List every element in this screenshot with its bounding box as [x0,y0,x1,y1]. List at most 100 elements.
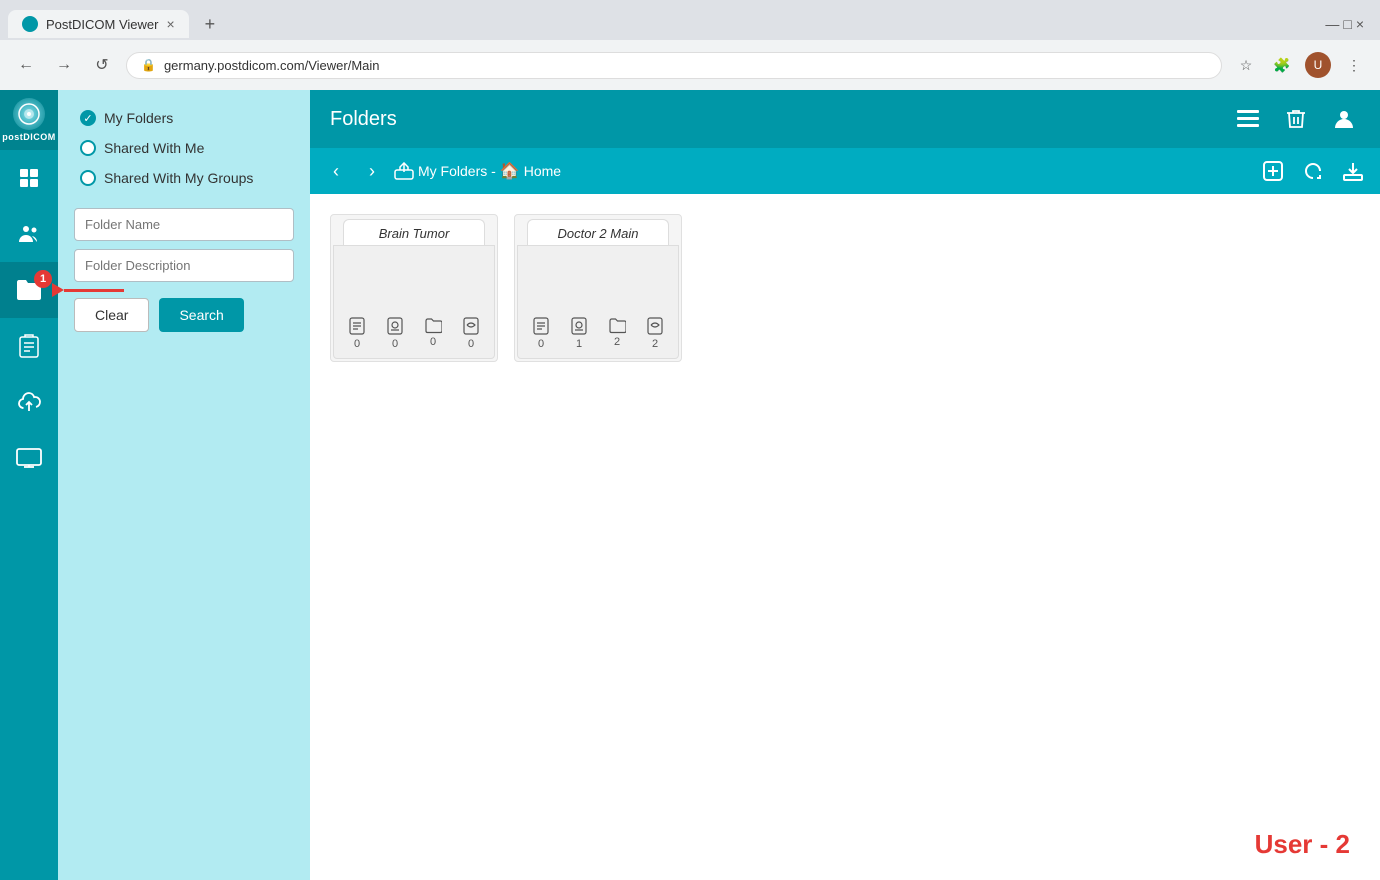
app-logo: postDICOM [0,90,58,150]
nav-reload-button[interactable]: ↺ [88,51,116,79]
stat2-icon-1 [570,316,588,336]
shared-with-groups-radio [80,170,96,186]
stat2-num-0: 0 [538,338,544,350]
stat-icon-2 [424,316,442,334]
folder2-stat-0: 0 [532,316,550,350]
new-tab-button[interactable]: + [197,14,224,35]
header-user-button[interactable] [1328,103,1360,135]
folder2-stat-1: 1 [570,316,588,350]
folder-stat-3: 0 [462,316,480,350]
stat2-icon-0 [532,316,550,336]
browser-tabs: PostDICOM Viewer × + — □ × [0,0,1380,40]
clipboard-icon [15,332,43,360]
folder-body-doctor-2-main: 0 1 [517,245,679,359]
breadcrumb-back-button[interactable]: ‹ [322,157,350,185]
sidebar-item-cloud[interactable] [0,374,58,430]
stat-num-0: 0 [354,338,360,350]
trash-icon [1286,108,1306,130]
nav-item-my-folders[interactable]: ✓ My Folders [74,106,294,130]
tab-close-button[interactable]: × [166,16,174,32]
window-expand[interactable]: □ [1343,16,1351,32]
my-folders-label: My Folders [104,110,173,126]
app-header-title: Folders [330,108,397,131]
header-actions [1232,103,1360,135]
search-buttons: Clear Search [74,298,294,332]
stat-num-1: 0 [392,338,398,350]
breadcrumb-upload-icon [394,162,414,180]
main-content: Folders [310,90,1380,880]
sidebar-item-folders[interactable]: 1 [0,262,58,318]
folder-stat-1: 0 [386,316,404,350]
arrow-indicator [52,283,124,297]
app-container: postDICOM [0,90,1380,880]
tab-favicon [22,16,38,32]
nav-forward-button[interactable]: → [50,51,78,79]
nav-back-button[interactable]: ← [12,51,40,79]
folder-area: Brain Tumor 0 [310,194,1380,880]
shared-with-groups-label: Shared With My Groups [104,170,253,186]
folder2-stat-3: 2 [646,316,664,350]
sidebar-item-monitor[interactable] [0,430,58,486]
stat-icon-1 [386,316,404,336]
profile-button[interactable]: U [1304,51,1332,79]
header-trash-button[interactable] [1280,103,1312,135]
folder-tab-doctor-2-main: Doctor 2 Main [527,219,669,247]
nav-item-shared-with-me[interactable]: Shared With Me [74,136,294,160]
users-icon [15,220,43,248]
my-folders-check-icon: ✓ [80,110,96,126]
extensions-icon[interactable]: 🧩 [1268,51,1296,79]
profile-avatar: U [1305,52,1331,78]
folder-stats-brain-tumor: 0 0 [334,316,494,350]
logo-svg [18,103,40,125]
refresh-icon [1303,161,1323,181]
folder-name-doctor-2-main: Doctor 2 Main [550,226,647,241]
grid-icon [15,164,43,192]
breadcrumb-path: My Folders - 🏠 Home [394,161,561,181]
header-list-button[interactable] [1232,103,1264,135]
stat2-icon-2 [608,316,626,334]
search-button[interactable]: Search [159,298,243,332]
more-options-button[interactable]: ⋮ [1340,51,1368,79]
stat-icon-3 [462,316,480,336]
app-header: Folders [310,90,1380,148]
window-minimize[interactable]: — [1325,16,1339,32]
folder-tab-brain-tumor: Brain Tumor [343,219,485,247]
folder-stat-2: 0 [424,316,442,350]
stat2-num-2: 2 [614,336,620,348]
add-icon [1262,160,1284,182]
browser-tab[interactable]: PostDICOM Viewer × [8,10,189,38]
browser-nav: ← → ↺ 🔒 germany.postdicom.com/Viewer/Mai… [0,40,1380,90]
breadcrumb-home-label[interactable]: Home [524,163,561,179]
folder-card-doctor-2-main[interactable]: Doctor 2 Main 0 [514,214,682,362]
cloud-upload-icon [15,388,43,416]
clear-button[interactable]: Clear [74,298,149,332]
breadcrumb-prefix: My Folders - [418,163,496,179]
sidebar-item-users[interactable] [0,206,58,262]
stat-num-3: 0 [468,338,474,350]
breadcrumb-bar: ‹ › My Folders - 🏠 Home [310,148,1380,194]
monitor-icon [15,444,43,472]
nav-item-shared-with-groups[interactable]: Shared With My Groups [74,166,294,190]
folder-card-brain-tumor[interactable]: Brain Tumor 0 [330,214,498,362]
folder-description-input[interactable] [74,249,294,282]
browser-actions: ☆ 🧩 U ⋮ [1232,51,1368,79]
breadcrumb-download-button[interactable] [1338,156,1368,186]
folder-stat-0: 0 [348,316,366,350]
shared-with-me-label: Shared With Me [104,140,204,156]
window-close[interactable]: × [1356,16,1364,32]
browser-chrome: PostDICOM Viewer × + — □ × ← → ↺ 🔒 germa… [0,0,1380,90]
sidebar-item-grid[interactable] [0,150,58,206]
address-bar[interactable]: 🔒 germany.postdicom.com/Viewer/Main [126,52,1222,79]
breadcrumb-refresh-button[interactable] [1298,156,1328,186]
breadcrumb-forward-button[interactable]: › [358,157,386,185]
breadcrumb-add-button[interactable] [1258,156,1288,186]
folder-name-input[interactable] [74,208,294,241]
download-icon [1343,161,1363,181]
logo-text: postDICOM [2,132,56,142]
folder-stats-doctor-2-main: 0 1 [518,316,678,350]
bookmark-icon[interactable]: ☆ [1232,51,1260,79]
user-label: User - 2 [1255,829,1350,860]
user-icon [1333,108,1355,130]
sidebar-item-clipboard[interactable] [0,318,58,374]
breadcrumb-home-icon: 🏠 [500,161,520,181]
